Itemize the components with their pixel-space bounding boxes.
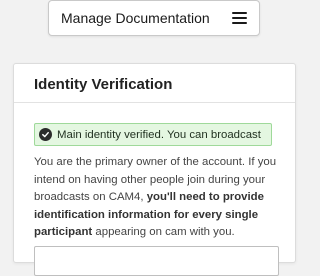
manage-documentation-button[interactable]: Manage Documentation — [48, 0, 260, 36]
participant-input[interactable] — [34, 246, 279, 276]
card-title: Identity Verification — [34, 76, 173, 93]
check-circle-icon — [39, 128, 52, 141]
verified-alert: Main identity verified. You can broadcas… — [34, 123, 272, 146]
hamburger-icon — [232, 12, 247, 24]
description-part2: appearing on cam with you. — [92, 226, 235, 238]
card-divider — [14, 102, 295, 103]
alert-text: Main identity verified. You can broadcas… — [57, 128, 261, 141]
identity-verification-card: Identity Verification Main identity veri… — [13, 63, 296, 276]
description-text: You are the primary owner of the account… — [34, 154, 292, 242]
manage-documentation-label: Manage Documentation — [61, 10, 210, 26]
